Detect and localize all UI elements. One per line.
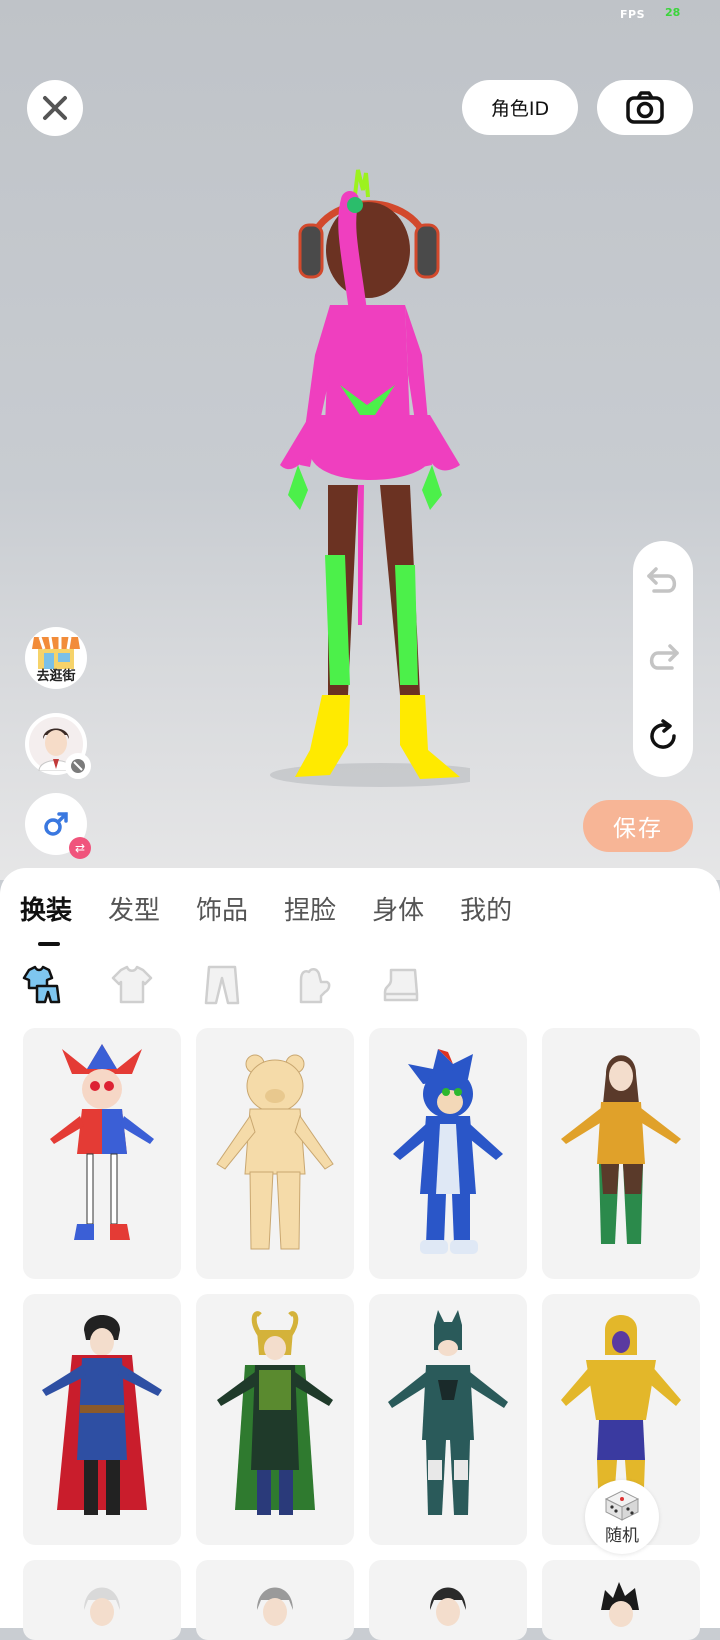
outfit-card-dark-hair[interactable] (369, 1560, 527, 1640)
fps-value: 28 (665, 6, 681, 19)
dice-icon (604, 1489, 640, 1521)
outfit-card-sorcerer[interactable] (23, 1294, 181, 1545)
random-label: 随机 (605, 1525, 639, 1546)
sorcerer-outfit-thumbnail (42, 1314, 162, 1515)
gloves-icon[interactable] (290, 963, 334, 1007)
aquatic-outfit-thumbnail (561, 1054, 681, 1244)
outfit-card-dark-knight[interactable] (369, 1294, 527, 1545)
avatar-character[interactable] (270, 165, 470, 815)
outfit-card-bear[interactable] (196, 1028, 354, 1279)
go-shopping-button[interactable]: 去逛街 (25, 627, 87, 689)
dark-knight-outfit-thumbnail (388, 1309, 508, 1515)
pants-icon[interactable] (200, 963, 244, 1007)
category-tabs: 换装 发型 饰品 捏脸 身体 我的 (20, 890, 548, 946)
outfit-grid (23, 1028, 700, 1640)
gender-switch-button[interactable]: ⇄ (25, 793, 91, 859)
outfit-card-grey-hair[interactable] (196, 1560, 354, 1640)
camera-icon (626, 90, 664, 124)
top-icon[interactable] (110, 963, 154, 1007)
shop-label: 去逛街 (36, 668, 76, 684)
dark-hair-outfit-thumbnail (430, 1587, 466, 1626)
history-panel (633, 541, 693, 777)
outfit-card-blue-hedgehog[interactable] (369, 1028, 527, 1279)
outfit-card-jester[interactable] (23, 1028, 181, 1279)
hedgehog-outfit-thumbnail (393, 1048, 503, 1254)
random-outfit-button[interactable]: 随机 (585, 1480, 659, 1554)
tab-face[interactable]: 捏脸 (284, 890, 336, 927)
tab-accessories[interactable]: 饰品 (196, 890, 248, 927)
undo-icon[interactable] (646, 565, 680, 595)
save-button[interactable]: 保存 (583, 800, 693, 852)
tab-body[interactable]: 身体 (372, 890, 424, 927)
hide-badge-icon (65, 753, 91, 779)
male-icon (44, 812, 68, 836)
shoes-icon[interactable] (380, 963, 424, 1007)
tab-outfit[interactable]: 换装 (20, 890, 72, 946)
outfit-card-silver-hair[interactable] (23, 1560, 181, 1640)
outfit-card-trickster[interactable] (196, 1294, 354, 1545)
tab-mine[interactable]: 我的 (460, 890, 512, 927)
role-id-label: 角色ID (490, 98, 550, 120)
fps-label: FPS (620, 8, 645, 21)
bear-outfit-thumbnail (216, 1054, 334, 1249)
profile-avatar-button[interactable] (25, 713, 91, 779)
tab-hairstyle[interactable]: 发型 (108, 890, 160, 927)
full-outfit-icon[interactable] (20, 963, 64, 1007)
redo-icon[interactable] (646, 642, 680, 672)
jester-outfit-thumbnail (50, 1043, 154, 1240)
trickster-outfit-thumbnail (217, 1310, 333, 1515)
save-label: 保存 (613, 816, 663, 842)
avatar-scene[interactable]: FPS 28 角色ID 保存 去逛街 ⇄ (0, 0, 720, 880)
close-button[interactable] (27, 80, 83, 136)
subcategory-bar (20, 963, 470, 1007)
role-id-button[interactable]: 角色ID (462, 80, 578, 135)
silver-hair-outfit-thumbnail (84, 1587, 120, 1626)
swap-icon: ⇄ (69, 837, 91, 859)
grey-hair-outfit-thumbnail (257, 1587, 293, 1626)
screenshot-button[interactable] (597, 80, 693, 135)
close-icon (43, 96, 67, 120)
reset-icon[interactable] (646, 719, 680, 753)
outfit-card-spiky-hair[interactable] (542, 1560, 700, 1640)
spiky-hair-outfit-thumbnail (601, 1582, 639, 1627)
outfit-card-aquatic-hero[interactable] (542, 1028, 700, 1279)
